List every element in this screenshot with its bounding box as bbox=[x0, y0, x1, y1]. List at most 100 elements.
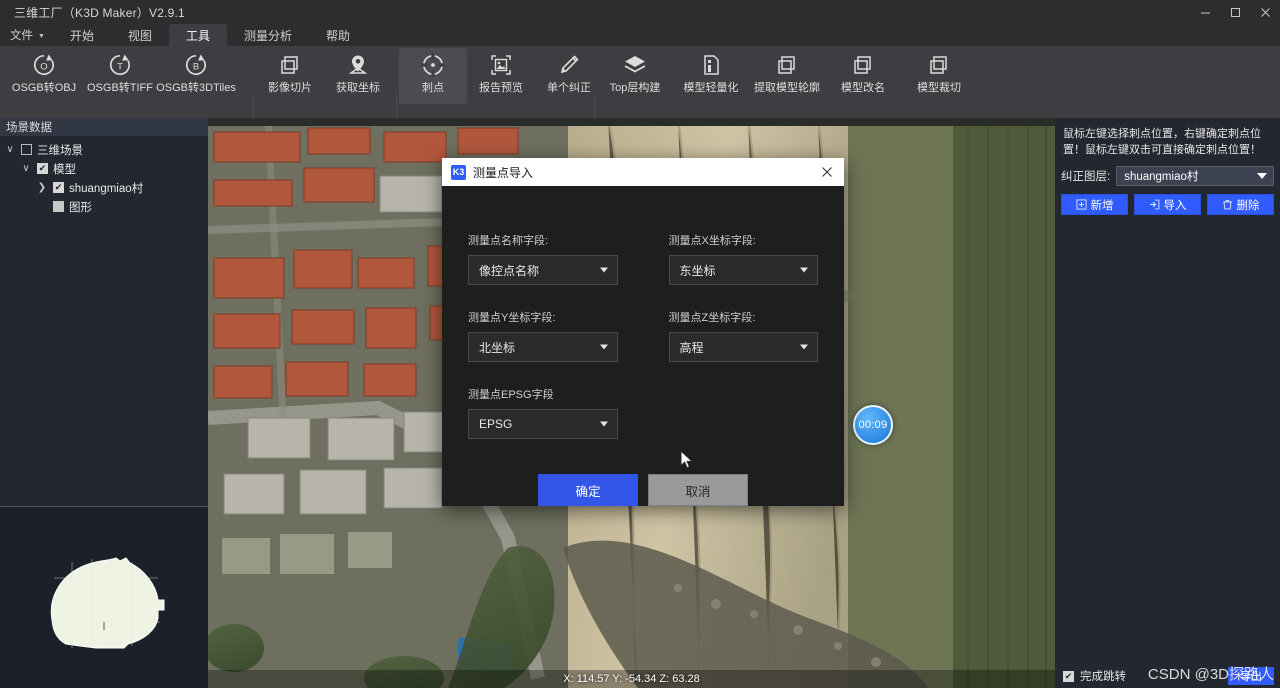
x-field-select[interactable]: 东坐标 bbox=[669, 255, 819, 285]
ribbon-item-label: 获取坐标 bbox=[336, 82, 380, 94]
close-icon[interactable] bbox=[816, 161, 838, 183]
ribbon-item-single-correction[interactable]: 单个纠正 bbox=[535, 48, 603, 104]
ribbon-item-osgb-to-tiff[interactable]: T OSGB转TIFF bbox=[82, 48, 158, 104]
checkbox[interactable] bbox=[53, 201, 64, 212]
y-field-select[interactable]: 北坐标 bbox=[468, 332, 618, 362]
ribbon-item-pick-point[interactable]: 刺点 bbox=[399, 48, 467, 104]
app-logo-icon: K3 bbox=[451, 165, 466, 180]
ribbon-item-label: 报告预览 bbox=[479, 82, 523, 94]
ribbon-item-model-rename[interactable]: 模型改名 bbox=[825, 48, 901, 104]
tab-tools[interactable]: 工具 bbox=[169, 24, 227, 46]
checkbox[interactable]: ✔ bbox=[53, 182, 64, 193]
z-field-select[interactable]: 高程 bbox=[669, 332, 819, 362]
pick-point-hint: 鼠标左键选择刺点位置，右键确定刺点位置！鼠标左键双击可直接确定刺点位置！ bbox=[1061, 124, 1274, 164]
field-label: 测量点EPSG字段 bbox=[468, 386, 618, 402]
chevron-down-icon bbox=[800, 345, 808, 350]
measurement-point-import-dialog: K3 测量点导入 测量点名称字段: 像控点名称 测量 bbox=[442, 158, 844, 506]
chevron-down-icon[interactable]: ∨ bbox=[20, 163, 32, 174]
jump-checkbox-label: 完成跳转 bbox=[1080, 668, 1126, 684]
name-field-select[interactable]: 像控点名称 bbox=[468, 255, 618, 285]
scene-data-header: 场景数据 bbox=[0, 118, 208, 136]
ribbon-tabbar: 文件 ▼ 开始 视图 工具 测量分析 帮助 bbox=[0, 24, 1280, 46]
pick-point-panel: 鼠标左键选择刺点位置，右键确定刺点位置！鼠标左键双击可直接确定刺点位置！ 纠正图… bbox=[1055, 118, 1280, 688]
export-button[interactable]: 导出 bbox=[1228, 667, 1274, 685]
tab-measure-analysis[interactable]: 测量分析 bbox=[227, 24, 309, 46]
dialog-actions: 确定 取消 bbox=[442, 474, 844, 506]
title-bar: 三维工厂（K3D Maker）V2.9.1 bbox=[0, 0, 1280, 24]
file-menu-button[interactable]: 文件 ▼ bbox=[0, 24, 53, 46]
ribbon-group-image-tools: 影像切片 获取坐标 bbox=[256, 46, 392, 118]
field-label: 测量点X坐标字段: bbox=[669, 232, 819, 248]
svg-text:O: O bbox=[40, 62, 47, 73]
correction-layer-row: 纠正图层: shuangmiao村 bbox=[1061, 166, 1274, 186]
field-x: 测量点X坐标字段: 东坐标 bbox=[669, 232, 819, 285]
delete-button[interactable]: 删除 bbox=[1207, 194, 1274, 215]
ribbon-item-extract-model-outline[interactable]: 提取模型轮廓 bbox=[749, 48, 825, 104]
dialog-field-grid: 测量点名称字段: 像控点名称 测量点X坐标字段: 东坐标 测量点Y坐标字段: bbox=[468, 232, 818, 439]
checkbox[interactable]: ✔ bbox=[37, 163, 48, 174]
select-value: 北坐标 bbox=[479, 339, 515, 356]
correction-layer-select[interactable]: shuangmiao村 bbox=[1116, 166, 1274, 186]
file-menu-label: 文件 bbox=[10, 27, 33, 43]
delete-button-label: 删除 bbox=[1237, 197, 1260, 213]
checkbox[interactable] bbox=[21, 144, 32, 155]
ribbon-item-osgb-to-3dtiles[interactable]: B OSGB转3DTiles bbox=[158, 48, 234, 104]
ribbon-item-get-coordinates[interactable]: 获取坐标 bbox=[324, 48, 392, 104]
crosshair-icon bbox=[420, 48, 446, 82]
ribbon-item-label: 提取模型轮廓 bbox=[754, 82, 820, 94]
ribbon-item-model-lightweight[interactable]: 模型轻量化 bbox=[673, 48, 749, 104]
chevron-right-icon[interactable]: ❯ bbox=[36, 182, 48, 193]
import-icon bbox=[1149, 199, 1160, 210]
field-label: 测量点Z坐标字段: bbox=[669, 309, 819, 325]
minimap-panel[interactable] bbox=[0, 507, 208, 688]
map-pin-icon bbox=[346, 48, 370, 82]
chevron-down-icon bbox=[600, 345, 608, 350]
tree-node-graphics[interactable]: 图形 bbox=[0, 197, 208, 216]
circle-arrow-b-icon: B bbox=[183, 48, 209, 82]
ribbon-item-label: 模型轻量化 bbox=[684, 82, 739, 94]
tab-start[interactable]: 开始 bbox=[53, 24, 111, 46]
ribbon-group-model-processing: Top层构建 模型轻量化 bbox=[597, 46, 977, 118]
copy-layers-icon bbox=[851, 48, 875, 82]
tree-node-label: 图形 bbox=[69, 199, 92, 215]
ribbon-item-report-preview[interactable]: 报告预览 bbox=[467, 48, 535, 104]
chevron-down-icon[interactable]: ∨ bbox=[4, 144, 16, 155]
cursor-coordinates: X: 114.57 Y: -54.34 Z: 63.28 bbox=[208, 673, 1055, 685]
ok-button[interactable]: 确定 bbox=[538, 474, 638, 506]
minimize-icon[interactable] bbox=[1190, 0, 1220, 24]
ribbon-item-top-layer-build[interactable]: Top层构建 bbox=[597, 48, 673, 104]
ribbon-item-label: OSGB转TIFF bbox=[87, 82, 153, 94]
epsg-field-select[interactable]: EPSG bbox=[468, 409, 618, 439]
cancel-button[interactable]: 取消 bbox=[648, 474, 748, 506]
copy-layers-icon bbox=[927, 48, 951, 82]
dialog-title: 测量点导入 bbox=[473, 164, 816, 181]
tree-node-shuangmiao[interactable]: ❯ ✔ shuangmiao村 bbox=[0, 178, 208, 197]
minimap-footprint bbox=[40, 548, 170, 660]
ribbon-item-label: OSGB转OBJ bbox=[12, 82, 76, 94]
ribbon-group-format-conversion: O OSGB转OBJ T OSGB转TIFF bbox=[6, 46, 234, 118]
tab-help[interactable]: 帮助 bbox=[309, 24, 367, 46]
tree-node-model[interactable]: ∨ ✔ 模型 bbox=[0, 159, 208, 178]
circle-arrow-t-icon: T bbox=[107, 48, 133, 82]
scene-data-panel: 场景数据 ∨ 三维场景 ∨ ✔ 模型 ❯ ✔ shuangmiao村 图形 bbox=[0, 118, 208, 688]
tab-view[interactable]: 视图 bbox=[111, 24, 169, 46]
add-button[interactable]: 新增 bbox=[1061, 194, 1128, 215]
plus-square-icon bbox=[1076, 199, 1087, 210]
field-name: 测量点名称字段: 像控点名称 bbox=[468, 232, 618, 285]
ribbon-item-label: 模型改名 bbox=[841, 82, 885, 94]
pick-point-actions: 新增 导入 删除 bbox=[1061, 194, 1274, 215]
svg-text:T: T bbox=[117, 62, 123, 73]
close-icon[interactable] bbox=[1250, 0, 1280, 24]
pencil-icon bbox=[557, 48, 581, 82]
add-button-label: 新增 bbox=[1091, 197, 1114, 213]
timer-badge[interactable]: 00:09 bbox=[853, 405, 893, 445]
import-button[interactable]: 导入 bbox=[1134, 194, 1201, 215]
ribbon-item-image-tiling[interactable]: 影像切片 bbox=[256, 48, 324, 104]
jump-checkbox[interactable]: ✔ bbox=[1063, 671, 1074, 682]
maximize-icon[interactable] bbox=[1220, 0, 1250, 24]
layers-icon bbox=[622, 48, 648, 82]
tree-node-scene[interactable]: ∨ 三维场景 bbox=[0, 140, 208, 159]
ribbon-item-osgb-to-obj[interactable]: O OSGB转OBJ bbox=[6, 48, 82, 104]
ribbon-item-model-clip[interactable]: 模型裁切 bbox=[901, 48, 977, 104]
correction-layer-label: 纠正图层: bbox=[1061, 168, 1110, 184]
